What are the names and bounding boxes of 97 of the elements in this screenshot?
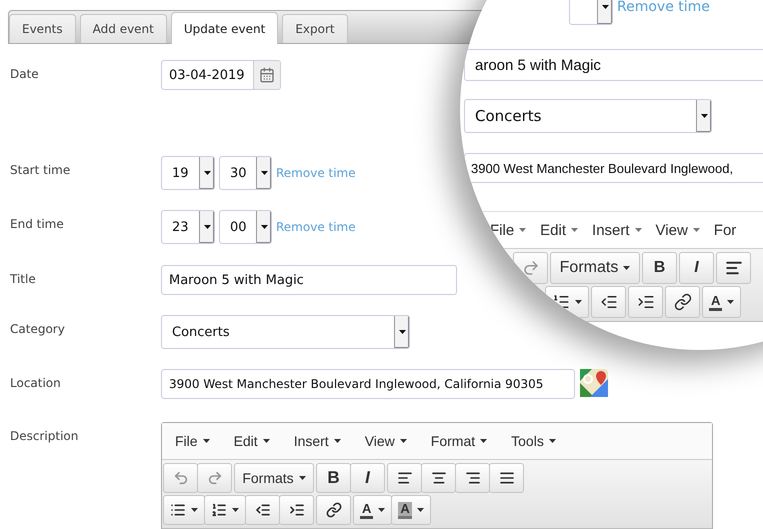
numbered-list-button[interactable] xyxy=(204,495,246,525)
bold-button[interactable]: B xyxy=(642,252,677,284)
numbered-list-icon xyxy=(552,293,570,311)
category-select[interactable]: Concerts xyxy=(161,315,410,349)
italic-button[interactable]: I xyxy=(350,463,385,493)
outdent-icon xyxy=(600,293,618,311)
tab[interactable]: Events xyxy=(9,14,76,43)
formats-button[interactable]: Formats xyxy=(550,252,640,284)
bullet-list-button[interactable] xyxy=(163,495,205,525)
field-label: Location xyxy=(10,375,62,390)
caret-icon xyxy=(571,228,578,232)
menu-item[interactable]: View xyxy=(364,433,407,449)
hour-select[interactable]: 19 xyxy=(161,156,215,190)
align-right-icon xyxy=(464,470,480,486)
caret-icon xyxy=(202,439,210,443)
minute-select[interactable]: 00 xyxy=(219,210,272,244)
menu-item[interactable]: File xyxy=(175,433,210,449)
caret-icon xyxy=(575,300,582,304)
bold-button[interactable]: B xyxy=(316,463,351,493)
link-icon xyxy=(674,293,692,311)
location-field[interactable]: 3900 West Manchester Boulevard Inglewood, California 90305 xyxy=(161,369,575,399)
title-field[interactable]: Maroon 5 with Magic xyxy=(161,265,457,295)
caret-icon xyxy=(692,228,700,232)
indent-icon xyxy=(636,293,654,311)
map-icon[interactable] xyxy=(580,369,608,397)
caret-icon xyxy=(191,508,198,512)
calendar-icon xyxy=(259,67,275,83)
caret-icon xyxy=(727,300,734,304)
calendar-button[interactable] xyxy=(254,61,280,89)
hour-select[interactable]: 23 xyxy=(161,210,215,244)
caret-icon xyxy=(519,228,526,232)
field-label: Category xyxy=(10,321,66,336)
align-right-button[interactable] xyxy=(455,463,490,493)
field-label: Start time xyxy=(10,162,72,177)
link-button[interactable] xyxy=(316,495,351,525)
caret-icon xyxy=(480,439,488,443)
outdent-icon xyxy=(254,502,270,518)
caret-icon xyxy=(400,439,407,443)
caret-icon xyxy=(204,225,210,229)
outdent-button[interactable] xyxy=(245,495,280,525)
undo-icon xyxy=(172,470,188,486)
formats-button[interactable]: Formats xyxy=(234,463,314,493)
caret-icon xyxy=(262,439,270,443)
align-center-icon xyxy=(430,470,446,486)
menu-item[interactable]: Insert xyxy=(592,222,642,238)
menu-item[interactable]: Tools xyxy=(511,433,556,449)
redo-icon xyxy=(206,470,222,486)
caret-icon xyxy=(260,225,268,229)
caret-icon xyxy=(204,171,210,175)
caret-icon xyxy=(334,439,341,443)
caret-icon xyxy=(298,476,306,480)
align-center-button[interactable] xyxy=(421,463,456,493)
caret-icon xyxy=(232,508,239,512)
caret-icon xyxy=(623,266,630,270)
field-label: Description xyxy=(10,428,80,443)
category-select[interactable]: Concerts xyxy=(464,99,712,133)
align-left-button[interactable] xyxy=(716,252,751,284)
background-color-button[interactable]: A xyxy=(391,495,431,525)
text-color-button[interactable]: A xyxy=(702,286,742,318)
italic-button[interactable]: I xyxy=(679,252,714,284)
menu-item[interactable]: Insert xyxy=(294,433,341,449)
menu-item[interactable]: Format xyxy=(430,433,488,449)
field-label: Title xyxy=(10,271,37,286)
caret-icon xyxy=(398,330,406,334)
menu-item[interactable]: Edit xyxy=(540,222,578,238)
tab[interactable]: Add event xyxy=(80,14,167,43)
menu-item[interactable]: View xyxy=(656,222,700,238)
justify-icon xyxy=(498,470,514,486)
location-field[interactable]: 3900 West Manchester Boulevard Inglewood, xyxy=(464,153,763,183)
redo-icon xyxy=(522,259,540,277)
caret-icon xyxy=(634,228,642,232)
link-button[interactable] xyxy=(665,286,700,318)
indent-button[interactable] xyxy=(628,286,663,318)
minute-select[interactable]: 30 xyxy=(219,156,272,190)
indent-button[interactable] xyxy=(279,495,314,525)
caret-icon xyxy=(548,439,556,443)
bullet-list-icon xyxy=(170,502,186,518)
indent-icon xyxy=(288,502,304,518)
outdent-button[interactable] xyxy=(591,286,626,318)
caret-icon xyxy=(700,114,708,118)
numbered-list-icon xyxy=(211,502,227,518)
caret-icon xyxy=(378,508,386,512)
menu-item[interactable]: For xyxy=(714,222,736,238)
caret-icon xyxy=(416,508,424,512)
field-label: Date xyxy=(10,66,40,81)
align-left-icon xyxy=(396,470,412,486)
align-left-icon xyxy=(724,259,742,277)
justify-button[interactable] xyxy=(489,463,524,493)
menu-item[interactable]: Edit xyxy=(234,433,270,449)
title-field[interactable]: aroon 5 with Magic xyxy=(464,49,763,81)
link-icon xyxy=(326,502,342,518)
caret-icon xyxy=(260,171,268,175)
tab[interactable]: Update event xyxy=(170,12,278,44)
text-color-button[interactable]: A xyxy=(353,495,392,525)
field-label: End time xyxy=(10,216,65,231)
tab[interactable]: Export xyxy=(282,14,348,43)
align-left-button[interactable] xyxy=(387,463,422,493)
